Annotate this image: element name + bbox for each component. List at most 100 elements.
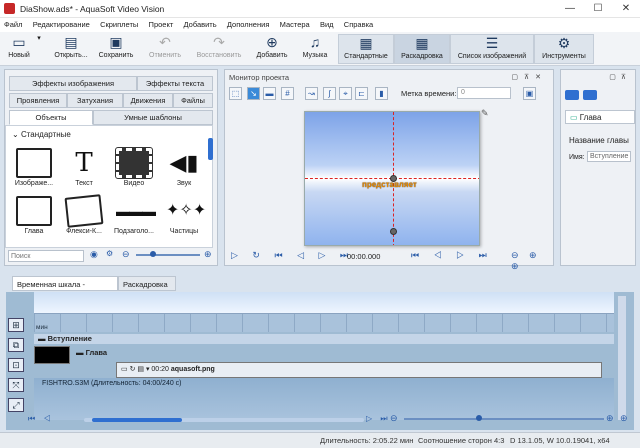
music-button[interactable]: ♫ Музыка	[298, 34, 332, 64]
timeline-scroll-thumb[interactable]	[92, 418, 182, 422]
fit-icon[interactable]: ⤧	[8, 378, 24, 392]
chapter-name-input[interactable]: Вступление	[587, 151, 631, 162]
track-add-icon[interactable]: ⊞	[8, 318, 24, 332]
search-field[interactable]	[8, 250, 84, 262]
redo-button[interactable]: ↷ Восстановить	[192, 34, 246, 64]
path-tool-icon[interactable]: ↝	[305, 87, 318, 100]
undo-button[interactable]: ↶ Отменить	[142, 34, 188, 64]
close-button[interactable]: ✕	[612, 0, 640, 18]
bottom-handle[interactable]	[390, 228, 397, 235]
timeline-area[interactable]: мин ⊞ ⧉ ⊡ ⤧ ⤢ ▬ Вступление ▬ Глава ▭ ↻ ▤…	[6, 292, 634, 430]
tab-movements[interactable]: Движения	[123, 93, 173, 108]
select-tool-icon[interactable]: ⬚	[229, 87, 242, 100]
maximize-button[interactable]: ☐	[584, 0, 612, 18]
save-frame-icon[interactable]: ▣	[523, 87, 536, 100]
menu-add[interactable]: Добавить	[180, 18, 221, 31]
tab-chapter[interactable]: ▭ Глава	[565, 110, 635, 124]
object-flexi-collage[interactable]: Флекси-К...	[58, 194, 110, 235]
new-file-icon: ▭	[12, 34, 26, 50]
zoom-out-icon[interactable]: ⊖	[122, 249, 130, 260]
folder-icon: ▤	[64, 34, 78, 50]
layout-standard-tab[interactable]: ▦ Стандартные	[338, 34, 394, 64]
snap-tool-icon[interactable]: ▮	[375, 87, 388, 100]
curve-tool-icon[interactable]: ∫	[323, 87, 336, 100]
pen-icon[interactable]: ✎	[481, 108, 489, 119]
tab-timeline-tracks[interactable]: Временная шкала - дорожки	[12, 276, 118, 298]
tab-smart-templates[interactable]: Умные шаблоны	[93, 110, 213, 125]
align-tool-icon[interactable]: ⊏	[355, 87, 368, 100]
menu-file[interactable]: Файл	[0, 18, 26, 31]
keyframe-tool-icon[interactable]: ⌖	[339, 87, 352, 100]
tab-files[interactable]: Файлы	[173, 93, 213, 108]
properties-toggle-icon[interactable]	[565, 90, 579, 100]
zoom-slider-handle[interactable]	[150, 251, 156, 257]
object-image[interactable]: Изображе...	[8, 148, 60, 187]
zoom-slider[interactable]	[136, 254, 200, 256]
settings-cog-icon[interactable]: ⚙	[106, 249, 113, 258]
menu-scriptlets[interactable]: Скриплеты	[96, 18, 142, 31]
object-chapter[interactable]: Глава	[8, 196, 60, 235]
layout-image-list-tab[interactable]: ☰ Список изображений	[450, 34, 534, 64]
visibility-toggle-icon[interactable]	[583, 90, 597, 100]
audio-track[interactable]: FISHTRO.S3M (Длительность: 04:00/240 с)	[34, 378, 614, 420]
timeline-zoom-slider[interactable]	[404, 418, 604, 420]
object-sound[interactable]: ◀▮ Звук	[158, 148, 210, 187]
sound-icon: ◀▮	[169, 150, 199, 175]
menu-view[interactable]: Вид	[316, 18, 338, 31]
menu-project[interactable]: Проект	[145, 18, 178, 31]
timeline-zoom-in-icon[interactable]: ⊕ ⊕	[606, 413, 630, 424]
text-icon: T	[75, 148, 93, 178]
grid-tool-icon[interactable]: #	[281, 87, 294, 100]
new-dropdown-chevron-icon[interactable]: ▾	[36, 34, 42, 64]
object-text[interactable]: T Текст	[58, 148, 110, 187]
image-clip[interactable]: ▭ ↻ ▤ ▾ 00:20 aquasoft.png	[116, 362, 602, 378]
menu-help[interactable]: Справка	[340, 18, 377, 31]
timeline-nav-right[interactable]: ▷ ⏭	[366, 414, 391, 424]
panel-window-controls[interactable]: ▢⊼✕	[511, 73, 547, 81]
menu-wizards[interactable]: Мастера	[276, 18, 314, 31]
expand-icon[interactable]: ⤢	[8, 398, 24, 412]
tab-storyboard[interactable]: Раскадровка	[118, 276, 176, 291]
timeline-vertical-scrollbar[interactable]	[618, 296, 626, 420]
search-input[interactable]	[9, 251, 81, 262]
open-button[interactable]: ▤ Открыть...	[50, 34, 92, 64]
preview-title-text[interactable]: представляет	[362, 180, 417, 189]
add-button[interactable]: ⊕ Добавить	[252, 34, 292, 64]
timeline-ruler[interactable]	[34, 292, 614, 314]
minimize-button[interactable]: —	[556, 0, 584, 18]
timeline-nav-left[interactable]: ⏮ ◁	[28, 414, 54, 424]
monitor-zoom-controls[interactable]: ⊖ ⊕ ⊕	[511, 250, 553, 272]
menu-edit[interactable]: Редактирование	[29, 18, 94, 31]
new-button[interactable]: ▭ Новый	[4, 34, 34, 64]
object-video[interactable]: Видео	[108, 147, 160, 187]
layout-tools-tab[interactable]: ⚙ Инструменты	[534, 34, 594, 64]
timeline-zoom-handle[interactable]	[476, 415, 482, 421]
object-particles[interactable]: ✦✧✦ Частицы	[158, 196, 210, 235]
save-button[interactable]: ▣ Сохранить	[94, 34, 138, 64]
tab-objects[interactable]: Объекты	[9, 110, 93, 125]
objects-scrollbar[interactable]	[208, 138, 213, 160]
playback-controls[interactable]: ▷ ↻ ⏮ ◁ ▷ ⏭	[231, 250, 354, 261]
snap-icon[interactable]: ⊡	[8, 358, 24, 372]
chapter-thumbnail[interactable]	[34, 346, 70, 364]
timeline-zoom-out-icon[interactable]: ⊖	[390, 413, 398, 424]
track-split-icon[interactable]: ⧉	[8, 338, 24, 352]
time-input[interactable]: 0	[457, 87, 511, 99]
zoom-in-icon[interactable]: ⊕	[204, 249, 212, 260]
tab-image-effects[interactable]: Эффекты изображения	[9, 76, 137, 91]
object-subtitle[interactable]: ▬▬▬ Подзаголо...	[108, 196, 160, 235]
layout-tool-icon[interactable]: ▬	[263, 87, 276, 100]
edit-tool-icon[interactable]: ↘	[247, 87, 260, 100]
section-standard-heading[interactable]: ⌄ Стандартные	[12, 130, 71, 139]
tab-text-effects[interactable]: Эффекты текста	[137, 76, 213, 91]
eye-icon[interactable]: ◉	[90, 249, 98, 260]
tab-fades[interactable]: Затухания	[67, 93, 123, 108]
menu-addons[interactable]: Дополнения	[223, 18, 273, 31]
step-controls[interactable]: ⏮ ◁ ▷ ⏭	[411, 250, 493, 261]
group-label[interactable]: ▬ Глава	[76, 348, 107, 357]
layout-storyboard-tab[interactable]: ▦ Раскадровка	[394, 34, 450, 64]
preview-canvas[interactable]: представляет	[304, 111, 480, 246]
chapter-header[interactable]: ▬ Вступление	[34, 334, 614, 344]
tab-appearances[interactable]: Проявления	[9, 93, 67, 108]
panel-window-controls[interactable]: ▢⊼	[609, 73, 631, 81]
